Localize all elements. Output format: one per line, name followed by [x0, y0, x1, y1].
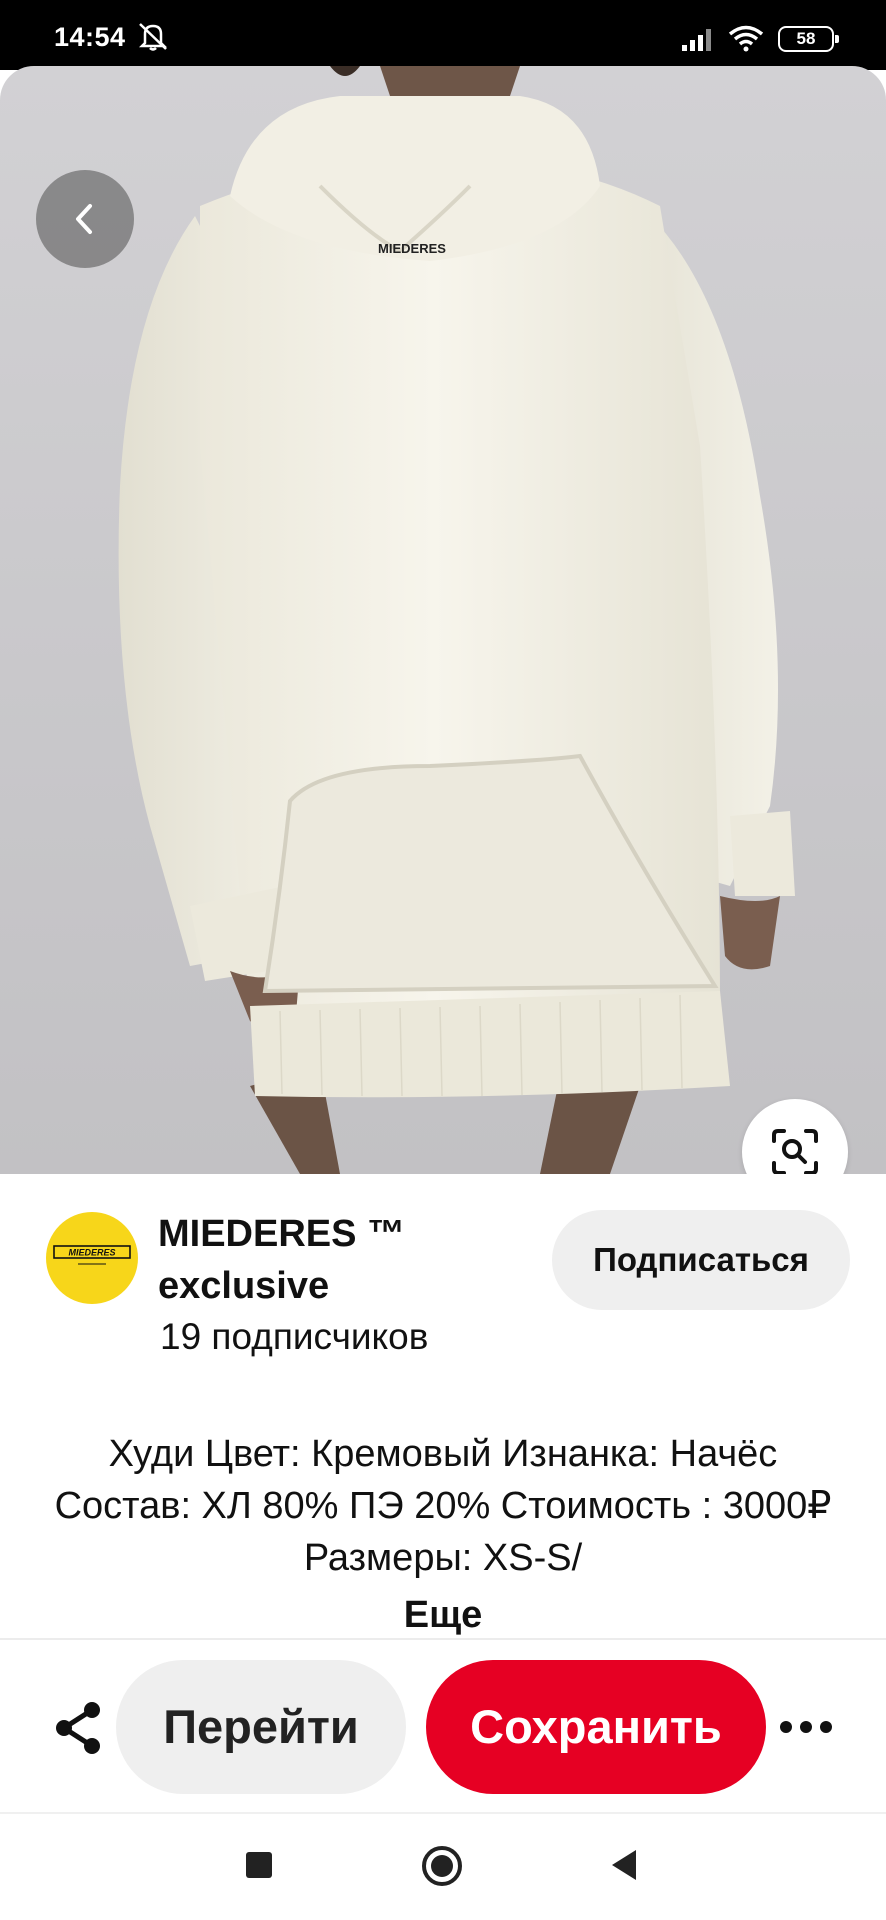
home-icon[interactable] [420, 1844, 464, 1888]
do-not-disturb-icon [138, 23, 168, 51]
visit-button[interactable]: Перейти [116, 1660, 406, 1794]
follower-count: 19 подписчиков [160, 1316, 429, 1357]
back-icon[interactable] [608, 1848, 640, 1882]
hoodie-illustration: MIEDERES [118, 66, 795, 1174]
avatar-logo-text: MIEDERES [68, 1248, 115, 1258]
creator-logo-icon: MIEDERES [53, 1245, 131, 1265]
lens-search-icon [772, 1129, 818, 1174]
battery-icon: 58 [778, 26, 839, 52]
pin-description: Худи Цвет: Кремовый Изнанка: Начёс Соста… [54, 1433, 832, 1579]
status-time: 14:54 [54, 22, 126, 52]
creator-name[interactable]: MIEDERES ™ exclusive [158, 1208, 538, 1312]
recents-icon[interactable] [246, 1852, 272, 1878]
divider [0, 1638, 886, 1640]
garment-logo-text: MIEDERES [378, 241, 446, 256]
wifi-icon [728, 25, 764, 52]
more-options-icon[interactable] [776, 1714, 836, 1740]
save-button[interactable]: Сохранить [426, 1660, 766, 1794]
more-link[interactable]: Еще [0, 1594, 886, 1637]
creator-avatar[interactable]: MIEDERES [46, 1212, 138, 1304]
chevron-left-icon [76, 204, 92, 234]
pin-image[interactable]: MIEDERES [0, 66, 886, 1174]
back-button[interactable] [36, 170, 134, 268]
share-icon[interactable] [52, 1698, 108, 1758]
follow-button[interactable]: Подписаться [552, 1210, 850, 1310]
signal-icon [682, 29, 711, 51]
status-bar: 14:54 58 [0, 0, 886, 70]
